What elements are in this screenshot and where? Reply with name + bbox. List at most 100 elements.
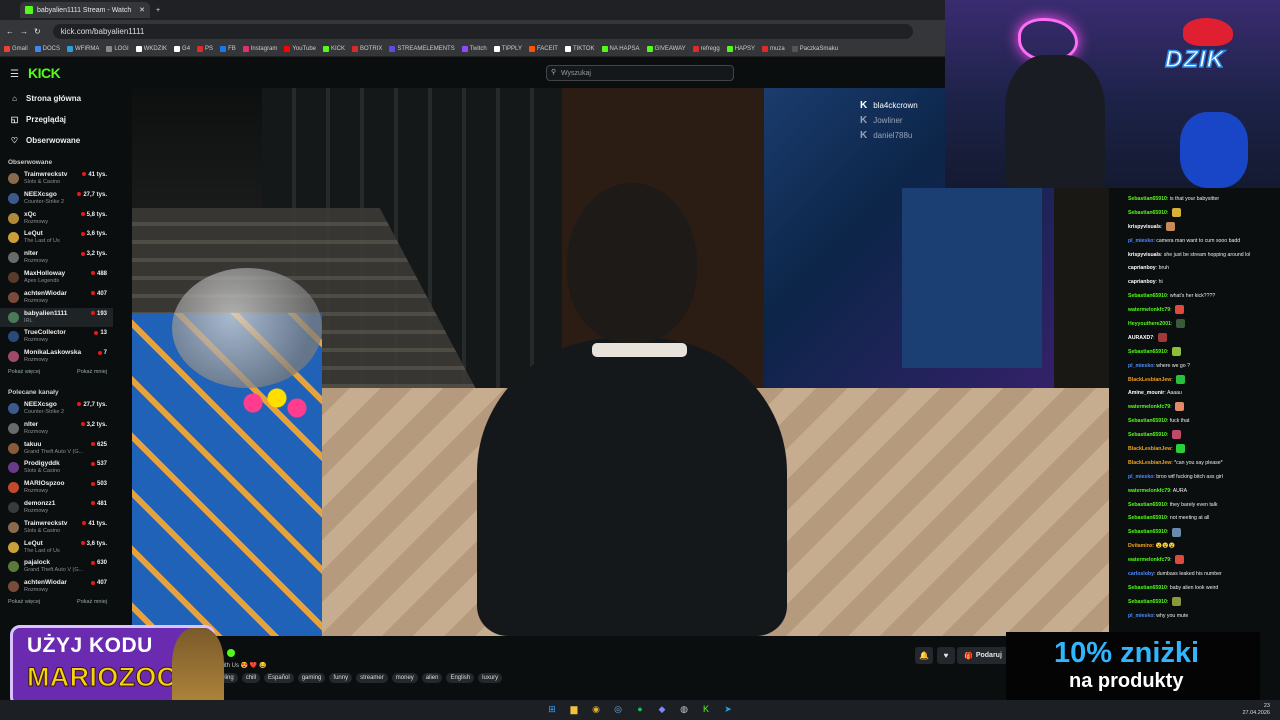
- hamburger-menu-icon[interactable]: ☰: [10, 69, 19, 80]
- channel-item[interactable]: TrueCollector Rozmowy 13: [0, 327, 113, 347]
- channel-item[interactable]: xQc Rozmowy 5,8 tys.: [0, 209, 113, 229]
- steam-icon[interactable]: ◎: [611, 702, 625, 716]
- chrome-icon[interactable]: ◉: [589, 702, 603, 716]
- taskbar-clock[interactable]: 23 27.04.2026: [1242, 703, 1270, 717]
- chat-username[interactable]: AURAXD7: [1128, 335, 1153, 341]
- stream-tag[interactable]: gaming: [297, 673, 326, 683]
- kick-app-icon[interactable]: K: [699, 702, 713, 716]
- chat-username[interactable]: Sebastian65910: [1128, 585, 1167, 591]
- bookmark-item[interactable]: LOGI: [106, 46, 129, 52]
- stream-tag[interactable]: Español: [264, 673, 294, 683]
- bookmark-item[interactable]: YouTube: [284, 46, 316, 52]
- chat-username[interactable]: BlackLesbianJew: [1128, 446, 1171, 452]
- chat-username[interactable]: watermelonkfc79: [1128, 404, 1170, 410]
- chat-username[interactable]: Heyyouthere2001: [1128, 321, 1171, 327]
- chat-username[interactable]: krispyvisuals: [1128, 252, 1161, 258]
- channel-item[interactable]: NEEXcsgo Counter-Strike 2 27,7 tys.: [0, 399, 113, 419]
- stream-tag[interactable]: chill: [241, 673, 261, 683]
- chat-username[interactable]: Dvitaminx: [1128, 543, 1153, 549]
- channel-item[interactable]: takuu Grand Theft Auto V (G... 625: [0, 439, 113, 459]
- bookmark-item[interactable]: G4: [174, 46, 190, 52]
- chat-username[interactable]: pl_miesko: [1128, 613, 1153, 619]
- chat-username[interactable]: Sebastian65910: [1128, 515, 1167, 521]
- channel-item[interactable]: demonzz1 Rozmowy 481: [0, 498, 113, 518]
- bookmark-item[interactable]: FB: [220, 46, 236, 52]
- bookmark-item[interactable]: GIVEAWAY: [646, 46, 686, 52]
- sidebar-nav-item[interactable]: ⌂ Strona główna: [0, 88, 113, 109]
- spotify-icon[interactable]: ●: [633, 702, 647, 716]
- chat-username[interactable]: watermelonkfc79: [1128, 307, 1170, 313]
- channel-item[interactable]: babyalien1111 IRL 193: [0, 307, 113, 328]
- bookmark-item[interactable]: KICK: [323, 46, 345, 52]
- sidebar-nav-item[interactable]: ♡ Obserwowane: [0, 130, 113, 151]
- bookmark-item[interactable]: muza: [762, 46, 785, 52]
- bookmark-item[interactable]: TIKTOK: [564, 46, 595, 52]
- show-more-link[interactable]: Pokaż więcej: [8, 369, 40, 375]
- chat-username[interactable]: watermelonkfc79: [1128, 488, 1170, 494]
- channel-item[interactable]: nlter Rozmowy 3,2 tys.: [0, 419, 113, 439]
- tab-close-icon[interactable]: ✕: [139, 6, 145, 14]
- chat-username[interactable]: Sebastian65910: [1128, 293, 1167, 299]
- bookmark-item[interactable]: PS: [197, 46, 213, 52]
- forward-icon[interactable]: →: [20, 27, 28, 36]
- chat-username[interactable]: krispyvisuals: [1128, 224, 1161, 230]
- channel-item[interactable]: LeQut The Last of Us 3,6 tys.: [0, 538, 113, 558]
- chat-username[interactable]: Sebastian65910: [1128, 599, 1167, 605]
- channel-item[interactable]: MARIOspzoo Rozmowy 503: [0, 478, 113, 498]
- follow-heart-button[interactable]: ♥: [937, 647, 955, 664]
- bookmark-item[interactable]: Gmail: [4, 46, 28, 52]
- chat-username[interactable]: Sebastian65910: [1128, 502, 1167, 508]
- chat-username[interactable]: pl_miesko: [1128, 238, 1153, 244]
- channel-item[interactable]: MaxHolloway Apex Legends 488: [0, 268, 113, 288]
- chat-username[interactable]: Sebastian65910: [1128, 529, 1167, 535]
- channel-item[interactable]: pajalock Grand Theft Auto V (G... 630: [0, 557, 113, 577]
- channel-item[interactable]: achtenWiodar Rozmowy 407: [0, 288, 113, 308]
- browser-tab[interactable]: babyalien1111 Stream - Watch ✕: [20, 2, 150, 18]
- bookmark-item[interactable]: Twitch: [461, 46, 487, 52]
- show-less-link[interactable]: Pokaż mniej: [77, 369, 107, 375]
- chat-username[interactable]: caprianboy: [1128, 265, 1156, 271]
- chat-username[interactable]: Sebastian65910: [1128, 210, 1167, 216]
- bookmark-item[interactable]: BOTRIX: [352, 46, 382, 52]
- bookmark-item[interactable]: Instagram: [242, 46, 277, 52]
- chat-username[interactable]: watermelonkfc79: [1128, 557, 1170, 563]
- show-less-link[interactable]: Pokaż mniej: [77, 599, 107, 605]
- stream-tag[interactable]: funny: [329, 673, 353, 683]
- chat-username[interactable]: Sebastian65910: [1128, 432, 1167, 438]
- chat-username[interactable]: Sebastian65910: [1128, 196, 1167, 202]
- gift-subscription-button[interactable]: 🎁 Podaruj: [957, 647, 1009, 664]
- bookmark-item[interactable]: STREAMELEMENTS: [389, 46, 455, 52]
- chat-username[interactable]: carlosloby: [1128, 571, 1154, 577]
- search-input[interactable]: ⚲ Wyszukaj: [546, 65, 734, 81]
- bookmark-item[interactable]: NA HAPSA: [601, 46, 640, 52]
- bookmark-item[interactable]: WKDZIK: [135, 46, 167, 52]
- chat-username[interactable]: BlackLesbianJew: [1128, 377, 1171, 383]
- sidebar-nav-item[interactable]: ◱ Przeglądaj: [0, 109, 113, 130]
- channel-item[interactable]: nlter Rozmowy 3,2 tys.: [0, 248, 113, 268]
- stream-tag[interactable]: alien: [421, 673, 443, 683]
- discord-icon[interactable]: ◆: [655, 702, 669, 716]
- kick-logo[interactable]: KICK: [28, 65, 61, 81]
- chat-username[interactable]: BlackLesbianJew: [1128, 460, 1171, 466]
- chat-username[interactable]: Sebastian65910: [1128, 349, 1167, 355]
- channel-item[interactable]: NEEXcsgo Counter-Strike 2 27,7 tys.: [0, 189, 113, 209]
- channel-item[interactable]: Trainwreckstv Slots & Casino 41 tys.: [0, 518, 113, 538]
- channel-item[interactable]: achtenWiodar Rozmowy 407: [0, 577, 113, 597]
- channel-item[interactable]: Trainwreckstv Slots & Casino 41 tys.: [0, 169, 113, 189]
- reload-icon[interactable]: ↻: [34, 27, 41, 36]
- stream-tag[interactable]: luxury: [478, 673, 503, 683]
- chat-username[interactable]: Amine_mounir: [1128, 390, 1164, 396]
- bookmark-item[interactable]: DOCS: [34, 46, 60, 52]
- bookmark-item[interactable]: PaczkaSmaku: [791, 46, 838, 52]
- new-tab-icon[interactable]: +: [156, 7, 160, 14]
- bookmark-item[interactable]: WFIRMA: [67, 46, 99, 52]
- chat-username[interactable]: caprianboy: [1128, 279, 1156, 285]
- url-field[interactable]: kick.com/babyalien1111: [52, 23, 913, 39]
- channel-item[interactable]: Prodigyddk Slots & Casino 537: [0, 458, 113, 478]
- chat-username[interactable]: Sebastian65910: [1128, 418, 1167, 424]
- bookmark-item[interactable]: FACEIT: [528, 46, 558, 52]
- windows-start-icon[interactable]: ⊞: [545, 702, 559, 716]
- telegram-icon[interactable]: ➤: [721, 702, 735, 716]
- channel-item[interactable]: MonikaLaskowska Rozmowy 7: [0, 347, 113, 367]
- bookmark-item[interactable]: HAPSY: [726, 46, 755, 52]
